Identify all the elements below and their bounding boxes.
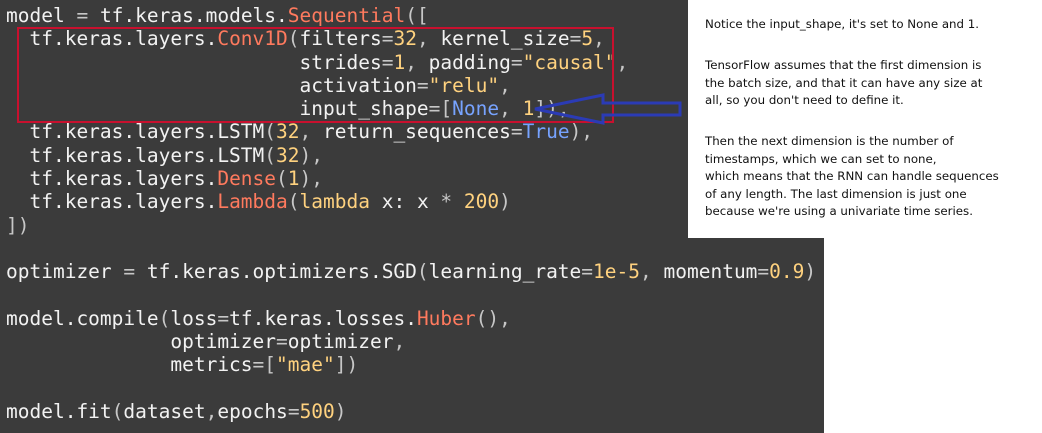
code-token: , [205, 400, 218, 424]
code-token: lambda [299, 190, 382, 214]
left-arrow-icon [534, 93, 682, 125]
code-token: optimizer [6, 330, 277, 354]
code-token: ( [264, 120, 277, 144]
code-token: 500 [299, 400, 335, 424]
note-line: all, so you don't need to define it. [705, 93, 904, 107]
code-token: = [510, 120, 523, 144]
code-token: = [757, 260, 770, 284]
code-token: 0.9 [769, 260, 805, 284]
code-token: momentum [663, 260, 758, 284]
code-token: ( [416, 260, 429, 284]
note-line: Notice the input_shape, it's set to None… [705, 17, 980, 31]
code-token: ( [287, 190, 300, 214]
note-line: Then the next dimension is the number of [705, 134, 954, 148]
code-token: ([ [405, 4, 429, 27]
code-token: Dense [217, 167, 277, 191]
code-token: ) [804, 260, 817, 284]
code-line: model.compile(loss=tf.keras.losses.Huber… [6, 307, 816, 330]
code-token: ( [276, 167, 288, 191]
code-token: learning_rate [428, 260, 582, 284]
note-paragraph-2: TensorFlow assumes that the first dimens… [705, 57, 1035, 110]
code-token: 200 [463, 190, 500, 214]
note-line: of any length. The last dimension is jus… [705, 186, 967, 201]
note-paragraph-3: Then the next dimension is the number of… [705, 133, 1035, 221]
code-token: optimizer [287, 330, 394, 354]
code-token: = [123, 260, 147, 284]
code-token: tf.keras.models. [99, 4, 288, 27]
explanation-note: Notice the input_shape, it's set to None… [688, 0, 1042, 238]
code-token: 32 [276, 120, 300, 144]
code-token: metrics [6, 353, 253, 377]
code-token: tf.keras.layers. [6, 190, 218, 214]
code-token: model.fit [6, 400, 112, 424]
code-token: = [287, 400, 300, 424]
code-token: optimizer [6, 260, 124, 284]
code-token: = [217, 306, 230, 330]
code-token: ]) [6, 213, 30, 237]
note-line: because we're using a univariate time se… [705, 204, 973, 218]
code-token: Lambda [217, 190, 288, 214]
code-token: dataset [123, 400, 206, 424]
code-token: =[ [252, 353, 277, 377]
code-token: ( [264, 143, 277, 167]
note-line: TensorFlow assumes that the first dimens… [705, 58, 982, 72]
note-line: the batch size, and that it can have any… [705, 75, 983, 90]
code-token: = [76, 4, 100, 27]
code-token: , [393, 330, 406, 354]
code-token: * [440, 190, 464, 214]
code-token: (), [475, 306, 511, 330]
code-line: metrics=["mae"]) [6, 353, 816, 376]
code-token: tf.keras.losses. [229, 306, 417, 330]
note-line: which means that the RNN can handle sequ… [705, 169, 999, 183]
code-token: , [299, 120, 323, 144]
code-line: model.fit(dataset,epochs=500) [6, 400, 816, 423]
code-token: , [640, 260, 664, 284]
code-token: model [6, 4, 77, 27]
code-line: optimizer=optimizer, [6, 330, 816, 353]
code-token: tf.keras.layers. [6, 167, 218, 191]
code-token: tf.keras.layers.LSTM [6, 120, 265, 144]
note-line: timestamps, which we can set to none, [705, 151, 937, 166]
conv1d-highlight-box [17, 27, 614, 123]
code-token: "mae" [276, 353, 335, 377]
code-token: , [616, 50, 629, 74]
code-token: ), [299, 143, 323, 167]
code-token: epochs [217, 400, 288, 424]
code-token: ), [299, 167, 324, 191]
code-token: 32 [276, 143, 300, 167]
note-paragraph-1: Notice the input_shape, it's set to None… [705, 16, 1035, 34]
code-token: ) [334, 400, 347, 424]
code-token: return_sequences [323, 120, 511, 144]
code-token: = [276, 330, 288, 354]
code-line: optimizer = tf.keras.optimizers.SGD(lear… [6, 260, 816, 283]
code-token: ( [111, 400, 124, 424]
code-token: 1 [287, 167, 300, 191]
code-token: Huber [416, 306, 476, 330]
code-token: loss [170, 306, 218, 330]
code-token: model.compile [6, 306, 159, 330]
code-token: tf.keras.layers.LSTM [6, 143, 265, 167]
code-token: 1e-5 [593, 260, 641, 284]
code-token: = [581, 260, 594, 284]
code-token: ( [158, 306, 171, 330]
code-token: x: x [381, 190, 441, 214]
code-token: Sequential [287, 4, 406, 27]
code-token: ) [499, 190, 511, 214]
code-token: ]) [334, 353, 359, 377]
code-token: tf.keras.optimizers.SGD [146, 260, 417, 284]
